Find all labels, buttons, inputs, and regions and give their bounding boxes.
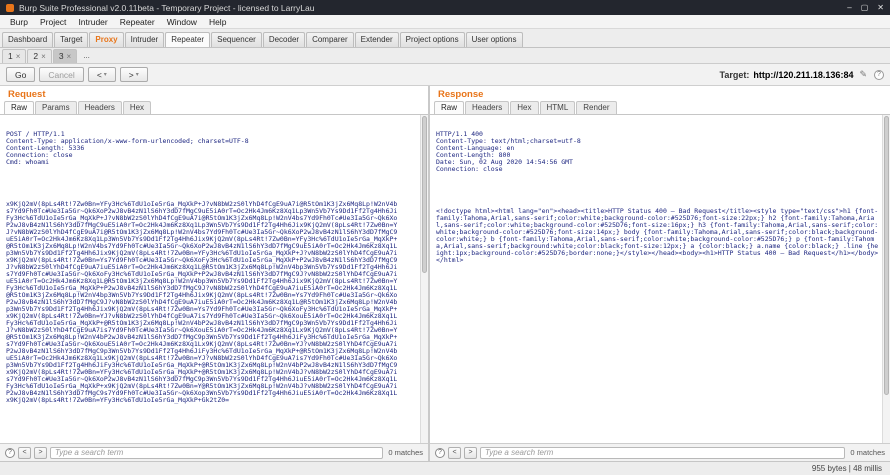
tab-intruder[interactable]: Intruder xyxy=(124,32,165,47)
history-back-button[interactable]: < ▾ xyxy=(87,67,116,82)
target-label: Target: xyxy=(719,69,750,80)
search-help-icon[interactable]: ? xyxy=(5,447,15,458)
request-tab-raw[interactable]: Raw xyxy=(4,101,35,114)
response-scrollbar-thumb[interactable] xyxy=(884,116,889,395)
repeater-tab-2[interactable]: 2 × xyxy=(27,49,52,63)
response-message: HTTP/1.1 400 Content-Type: text/html;cha… xyxy=(436,117,879,441)
request-editor-tabs: Raw Params Headers Hex xyxy=(0,100,428,115)
repeater-toolbar: Go Cancel < ▾ > ▾ Target: http://120.211… xyxy=(0,64,890,86)
close-button[interactable]: ✕ xyxy=(877,3,884,12)
response-tab-raw[interactable]: Raw xyxy=(434,101,465,114)
tab-target[interactable]: Target xyxy=(54,32,89,47)
request-scrollbar[interactable] xyxy=(420,115,428,443)
response-header: Response xyxy=(430,86,890,100)
repeater-tab-1[interactable]: 1 × xyxy=(2,49,27,63)
response-search-bar: ? < > 0 matches xyxy=(430,443,890,461)
chevron-down-icon: ▾ xyxy=(135,72,139,78)
burp-app-icon xyxy=(6,3,14,12)
repeater-tab-2-label: 2 xyxy=(33,51,39,61)
repeater-tab-bar: 1 × 2 × 3 × ... xyxy=(0,48,890,64)
response-editor-tabs: Raw Headers Hex HTML Render xyxy=(430,100,890,115)
request-search-input[interactable] xyxy=(50,446,384,459)
tab-project-options[interactable]: Project options xyxy=(399,32,465,47)
burp-suite-window: Burp Suite Professional v2.0.11beta - Te… xyxy=(0,0,890,475)
repeater-tab-1-label: 1 xyxy=(8,51,13,61)
tab-proxy[interactable]: Proxy xyxy=(89,32,124,47)
message-panes: Request Raw Params Headers Hex POST / HT… xyxy=(0,86,890,461)
titlebar: Burp Suite Professional v2.0.11beta - Te… xyxy=(0,0,890,15)
request-title: Request xyxy=(8,89,46,100)
repeater-tab-3[interactable]: 3 × xyxy=(52,49,78,63)
request-header: Request xyxy=(0,86,428,100)
minimize-button[interactable]: – xyxy=(847,3,851,12)
window-title: Burp Suite Professional v2.0.11beta - Te… xyxy=(19,2,315,13)
edit-target-icon[interactable]: ✎ xyxy=(859,69,867,80)
main-tab-bar: Dashboard Target Proxy Intruder Repeater… xyxy=(0,29,890,48)
response-pane: Response Raw Headers Hex HTML Render HTT… xyxy=(430,86,890,461)
menu-window[interactable]: Window xyxy=(161,17,203,27)
response-editor[interactable]: HTTP/1.1 400 Content-Type: text/html;cha… xyxy=(430,115,890,443)
search-next-button[interactable]: > xyxy=(464,446,477,459)
search-help-icon[interactable]: ? xyxy=(435,447,445,458)
request-search-matches: 0 matches xyxy=(388,448,423,457)
request-search-bar: ? < > 0 matches xyxy=(0,443,428,461)
response-search-input[interactable] xyxy=(480,446,846,459)
response-blank-line xyxy=(436,187,879,194)
request-tab-headers[interactable]: Headers xyxy=(77,101,122,114)
response-tab-render[interactable]: Render xyxy=(576,101,617,114)
request-body-text: x9KjQ2mV(8pLs4Rt!7Zw0Bn=YFy3Hc%6TdU1oIe5… xyxy=(6,200,398,404)
menu-intruder[interactable]: Intruder xyxy=(72,17,113,27)
tab-extender[interactable]: Extender xyxy=(354,32,399,47)
request-editor[interactable]: POST / HTTP/1.1 Content-Type: applicatio… xyxy=(0,115,428,443)
tab-decoder[interactable]: Decoder xyxy=(262,32,306,47)
response-tab-headers[interactable]: Headers xyxy=(465,101,510,114)
tab-user-options[interactable]: User options xyxy=(465,32,523,47)
history-forward-label: > xyxy=(128,69,134,80)
maximize-button[interactable]: ▢ xyxy=(861,3,869,12)
cancel-button[interactable]: Cancel xyxy=(39,67,84,82)
response-search-matches: 0 matches xyxy=(850,448,885,457)
search-prev-button[interactable]: < xyxy=(448,446,461,459)
help-icon[interactable]: ? xyxy=(874,69,884,80)
request-pane: Request Raw Params Headers Hex POST / HT… xyxy=(0,86,428,461)
tab-dashboard[interactable]: Dashboard xyxy=(2,32,54,47)
menubar: Burp Project Intruder Repeater Window He… xyxy=(0,15,890,29)
menu-project[interactable]: Project xyxy=(34,17,72,27)
tab-sequencer[interactable]: Sequencer xyxy=(211,32,262,47)
menu-help[interactable]: Help xyxy=(203,17,232,27)
close-tab-icon[interactable]: × xyxy=(41,52,46,61)
request-headers-text: POST / HTTP/1.1 Content-Type: applicatio… xyxy=(6,130,249,166)
tab-repeater[interactable]: Repeater xyxy=(165,32,211,47)
repeater-tab-3-label: 3 xyxy=(58,51,64,61)
search-prev-button[interactable]: < xyxy=(18,446,31,459)
request-tab-params[interactable]: Params xyxy=(35,101,77,114)
request-message: POST / HTTP/1.1 Content-Type: applicatio… xyxy=(6,117,417,441)
history-back-label: < xyxy=(96,69,102,80)
menu-repeater[interactable]: Repeater xyxy=(114,17,161,27)
go-button[interactable]: Go xyxy=(6,67,36,82)
response-tab-hex[interactable]: Hex xyxy=(510,101,539,114)
request-scrollbar-thumb[interactable] xyxy=(422,116,427,274)
request-blank-line xyxy=(6,180,417,187)
response-tab-html[interactable]: HTML xyxy=(539,101,576,114)
chevron-down-icon: ▾ xyxy=(103,72,107,78)
search-next-button[interactable]: > xyxy=(34,446,47,459)
response-body-text: <!doctype html><html lang="en"><head><ti… xyxy=(436,207,879,264)
response-headers-text: HTTP/1.1 400 Content-Type: text/html;cha… xyxy=(436,130,581,173)
tab-comparer[interactable]: Comparer xyxy=(306,32,354,47)
response-title: Response xyxy=(438,89,484,100)
new-repeater-tab-button[interactable]: ... xyxy=(78,50,95,63)
menu-burp[interactable]: Burp xyxy=(4,17,34,27)
history-forward-button[interactable]: > ▾ xyxy=(119,67,148,82)
response-scrollbar[interactable] xyxy=(882,115,890,443)
close-tab-icon[interactable]: × xyxy=(16,52,21,61)
close-tab-icon[interactable]: × xyxy=(67,52,72,61)
request-tab-hex[interactable]: Hex xyxy=(122,101,152,114)
target-url: http://120.211.18.136:84 xyxy=(753,69,854,80)
response-metrics: 955 bytes | 48 millis xyxy=(811,464,882,473)
window-controls: – ▢ ✕ xyxy=(847,3,884,12)
statusbar: 955 bytes | 48 millis xyxy=(0,461,890,475)
